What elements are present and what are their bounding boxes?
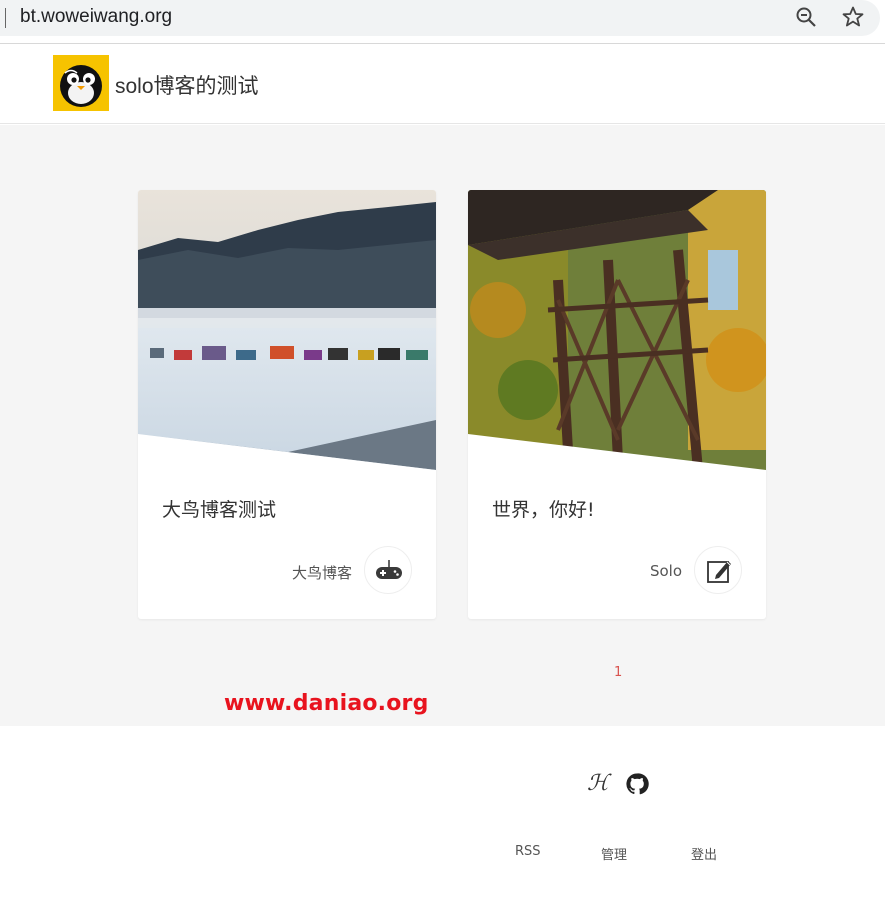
author-avatar[interactable]	[364, 546, 412, 594]
url-field[interactable]: bt.woweiwang.org	[0, 0, 880, 36]
gamepad-icon	[376, 560, 402, 579]
article-title[interactable]: 大鸟博客测试	[162, 495, 276, 522]
watermark-text: www.daniao.org	[224, 691, 429, 716]
article-card[interactable]: 大鸟博客测试 大鸟博客	[138, 190, 436, 619]
article-cover-image[interactable]	[138, 190, 436, 470]
author-avatar[interactable]	[694, 546, 742, 594]
footer-link-admin[interactable]: 管理	[601, 844, 627, 863]
footer-link-rss[interactable]: RSS	[515, 844, 541, 859]
article-card[interactable]: 世界，你好! Solo	[468, 190, 766, 619]
browser-address-bar: bt.woweiwang.org	[0, 0, 885, 44]
hacpai-icon[interactable]: ℋ	[587, 771, 609, 796]
github-icon[interactable]	[625, 772, 649, 796]
zoom-icon[interactable]	[794, 5, 818, 29]
main-content: 大鸟博客测试 大鸟博客 世界，你好! Solo 1 www.daniao.org	[0, 125, 885, 726]
site-logo[interactable]	[53, 55, 109, 111]
site-title[interactable]: solo博客的测试	[115, 70, 259, 100]
site-header: solo博客的测试	[0, 44, 885, 124]
edit-icon	[707, 561, 731, 583]
penguin-logo-icon	[60, 65, 102, 107]
article-title[interactable]: 世界，你好!	[492, 495, 595, 522]
footer-link-logout[interactable]: 登出	[691, 844, 717, 863]
pagination-current-page[interactable]: 1	[614, 665, 622, 680]
article-author[interactable]: 大鸟博客	[292, 562, 352, 583]
site-footer: ℋ RSS 管理 登出	[0, 726, 885, 901]
article-cover-image[interactable]	[468, 190, 766, 470]
text-caret	[5, 8, 6, 28]
bookmark-star-icon[interactable]	[841, 5, 865, 29]
article-author[interactable]: Solo	[650, 562, 682, 580]
url-text[interactable]: bt.woweiwang.org	[20, 6, 172, 28]
